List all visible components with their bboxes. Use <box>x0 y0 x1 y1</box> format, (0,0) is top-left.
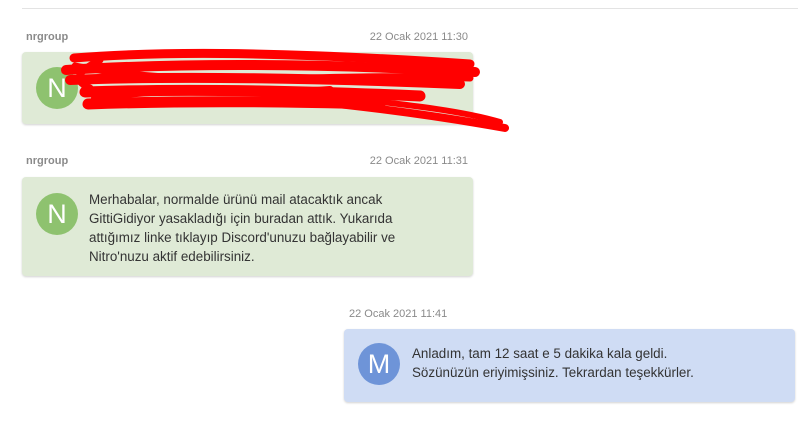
sender-name: nrgroup <box>26 155 69 167</box>
avatar: N <box>36 193 78 235</box>
message-line: Merhabalar, normalde ürünü mail atacaktı… <box>89 192 383 207</box>
message-text: Merhabalar, normalde ürünü mail atacaktı… <box>89 190 464 266</box>
message-timestamp: 22 Ocak 2021 11:41 <box>349 308 448 320</box>
message-line: Nitro'nuzu aktif edebilirsiniz. <box>89 249 255 264</box>
avatar: M <box>358 343 400 385</box>
message-thread: nrgroup 22 Ocak 2021 11:30 N nrgroup 22 … <box>0 0 798 433</box>
message-line: Sözünüzün eriyimişsiniz. Tekrardan teşek… <box>412 365 694 380</box>
message-bubble-incoming: N Merhabalar, normalde ürünü mail atacak… <box>22 177 473 276</box>
message-text: Anladım, tam 12 saat e 5 dakika kala gel… <box>412 344 782 382</box>
message-line: GittiGidiyor yasakladığı için buradan at… <box>89 211 393 226</box>
message-meta: nrgroup 22 Ocak 2021 11:31 <box>26 155 468 171</box>
message-line: attığımız linke tıklayıp Discord'unuzu b… <box>89 230 396 245</box>
message-line: Anladım, tam 12 saat e 5 dakika kala gel… <box>412 346 668 361</box>
message-timestamp: 22 Ocak 2021 11:31 <box>369 155 468 167</box>
message-meta: 22 Ocak 2021 11:41 <box>349 308 549 324</box>
message-bubble-outgoing: M Anladım, tam 12 saat e 5 dakika kala g… <box>344 329 795 402</box>
